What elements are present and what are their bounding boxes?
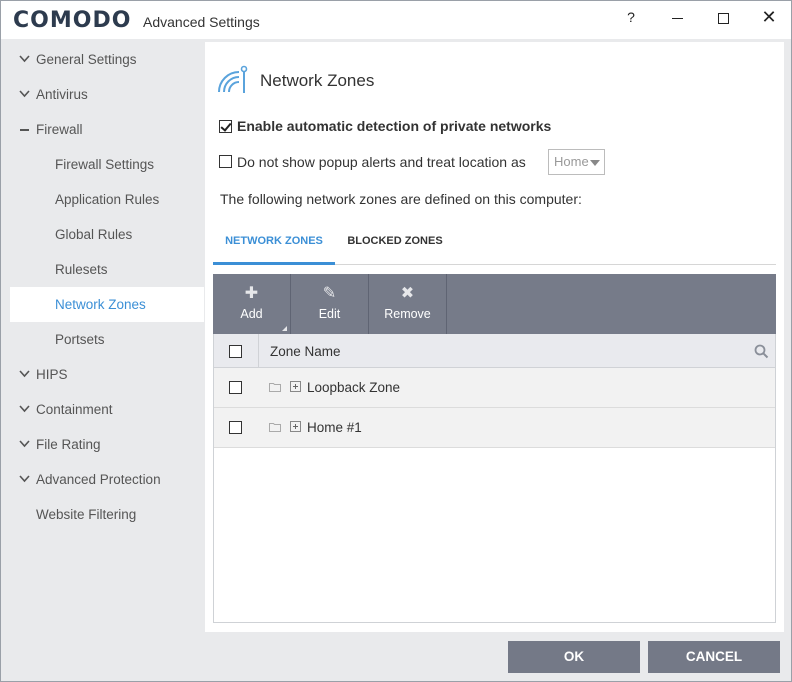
chevron-down-icon bbox=[19, 440, 30, 448]
window-title: Advanced Settings bbox=[143, 14, 260, 30]
expand-icon[interactable] bbox=[290, 421, 301, 432]
maximize-button[interactable] bbox=[703, 5, 743, 31]
collapse-icon bbox=[20, 129, 29, 131]
network-zones-icon bbox=[218, 65, 248, 93]
table-header: Zone Name bbox=[214, 334, 775, 368]
sidebar-item-containment[interactable]: Containment bbox=[10, 392, 204, 427]
zones-description: The following network zones are defined … bbox=[220, 191, 582, 207]
chevron-down-icon bbox=[19, 55, 30, 63]
folder-icon bbox=[269, 383, 281, 392]
zone-name: Home #1 bbox=[307, 420, 362, 435]
zones-table: Zone Name Loopback Zone Home #1 bbox=[213, 334, 776, 623]
sidebar-item-label: Global Rules bbox=[55, 227, 133, 242]
tab-blocked-zones[interactable]: BLOCKED ZONES bbox=[335, 225, 455, 265]
dropdown-corner-icon bbox=[282, 326, 287, 331]
sidebar-item-label: Portsets bbox=[55, 332, 105, 347]
sidebar-item-label: General Settings bbox=[36, 52, 137, 67]
plus-icon: ✚ bbox=[244, 285, 259, 302]
page-title: Network Zones bbox=[260, 71, 375, 90]
cancel-button[interactable]: CANCEL bbox=[648, 641, 780, 673]
sidebar-item-application-rules[interactable]: Application Rules bbox=[10, 182, 204, 217]
sidebar-item-firewall[interactable]: Firewall bbox=[10, 112, 204, 147]
zones-toolbar: ✚ Add ✎ Edit ✖ Remove bbox=[213, 274, 776, 334]
column-separator bbox=[258, 334, 259, 368]
sidebar-item-general-settings[interactable]: General Settings bbox=[10, 42, 204, 77]
dropdown-arrow-icon bbox=[590, 160, 600, 166]
sidebar-item-rulesets[interactable]: Rulesets bbox=[10, 252, 204, 287]
remove-x-icon: ✖ bbox=[400, 285, 415, 302]
edit-button-label: Edit bbox=[318, 307, 341, 321]
chevron-down-icon bbox=[19, 90, 30, 98]
sidebar-item-label: File Rating bbox=[36, 437, 101, 452]
table-row[interactable]: Home #1 bbox=[214, 408, 775, 448]
popup-alerts-label[interactable]: Do not show popup alerts and treat locat… bbox=[237, 154, 526, 170]
table-row[interactable]: Loopback Zone bbox=[214, 368, 775, 408]
add-button[interactable]: ✚ Add bbox=[213, 274, 291, 334]
chevron-down-icon bbox=[19, 475, 30, 483]
sidebar-item-advanced-protection[interactable]: Advanced Protection bbox=[10, 462, 204, 497]
zone-name: Loopback Zone bbox=[307, 380, 401, 395]
sidebar-item-file-rating[interactable]: File Rating bbox=[10, 427, 204, 462]
sidebar-item-hips[interactable]: HIPS bbox=[10, 357, 204, 392]
help-button[interactable]: ? bbox=[611, 5, 651, 31]
auto-detect-checkbox[interactable] bbox=[219, 120, 232, 133]
sidebar-item-firewall-settings[interactable]: Firewall Settings bbox=[10, 147, 204, 182]
remove-button-label: Remove bbox=[384, 307, 431, 321]
sidebar-item-portsets[interactable]: Portsets bbox=[10, 322, 204, 357]
auto-detect-label[interactable]: Enable automatic detection of private ne… bbox=[237, 118, 551, 134]
chevron-down-icon bbox=[19, 405, 30, 413]
sidebar-item-label: Firewall Settings bbox=[55, 157, 155, 172]
popup-alerts-checkbox[interactable] bbox=[219, 155, 232, 168]
sidebar-item-label: Firewall bbox=[36, 122, 83, 137]
row-checkbox[interactable] bbox=[229, 421, 242, 434]
sidebar-item-label: Advanced Protection bbox=[36, 472, 161, 487]
sidebar-item-label: Application Rules bbox=[55, 192, 160, 207]
minimize-button[interactable] bbox=[657, 5, 697, 31]
row-checkbox[interactable] bbox=[229, 381, 242, 394]
main-panel: Network Zones Enable automatic detection… bbox=[205, 42, 784, 632]
sidebar-item-label: Rulesets bbox=[55, 262, 108, 277]
sidebar-item-global-rules[interactable]: Global Rules bbox=[10, 217, 204, 252]
remove-button[interactable]: ✖ Remove bbox=[369, 274, 447, 334]
sidebar-item-label: Antivirus bbox=[36, 87, 88, 102]
zone-tabs: NETWORK ZONES BLOCKED ZONES bbox=[213, 225, 776, 265]
location-select[interactable]: Home bbox=[548, 149, 605, 175]
close-button[interactable]: ✕ bbox=[749, 5, 789, 31]
add-button-label: Add bbox=[240, 307, 263, 321]
title-bar: COMODO Advanced Settings ? ✕ bbox=[1, 1, 791, 39]
edit-button[interactable]: ✎ Edit bbox=[291, 274, 369, 334]
pencil-icon: ✎ bbox=[322, 285, 337, 302]
maximize-icon bbox=[717, 12, 729, 24]
advanced-settings-window: COMODO Advanced Settings ? ✕ General Set… bbox=[0, 0, 792, 682]
column-header-zone-name[interactable]: Zone Name bbox=[270, 344, 341, 359]
sidebar-item-antivirus[interactable]: Antivirus bbox=[10, 77, 204, 112]
ok-button[interactable]: OK bbox=[508, 641, 640, 673]
sidebar: General Settings Antivirus Firewall Fire… bbox=[10, 42, 204, 632]
location-select-value: Home bbox=[554, 154, 589, 169]
search-icon[interactable] bbox=[754, 344, 769, 359]
chevron-down-icon bbox=[19, 370, 30, 378]
tab-network-zones[interactable]: NETWORK ZONES bbox=[213, 225, 335, 265]
sidebar-item-label: Website Filtering bbox=[36, 507, 137, 522]
sidebar-item-label: Network Zones bbox=[55, 297, 146, 312]
folder-icon bbox=[269, 423, 281, 432]
minimize-icon bbox=[671, 17, 683, 19]
comodo-logo: COMODO bbox=[13, 8, 132, 33]
sidebar-item-label: Containment bbox=[36, 402, 113, 417]
sidebar-item-website-filtering[interactable]: Website Filtering bbox=[10, 497, 204, 532]
sidebar-item-network-zones[interactable]: Network Zones bbox=[10, 287, 204, 322]
expand-icon[interactable] bbox=[290, 381, 301, 392]
select-all-checkbox[interactable] bbox=[229, 345, 242, 358]
sidebar-item-label: HIPS bbox=[36, 367, 68, 382]
